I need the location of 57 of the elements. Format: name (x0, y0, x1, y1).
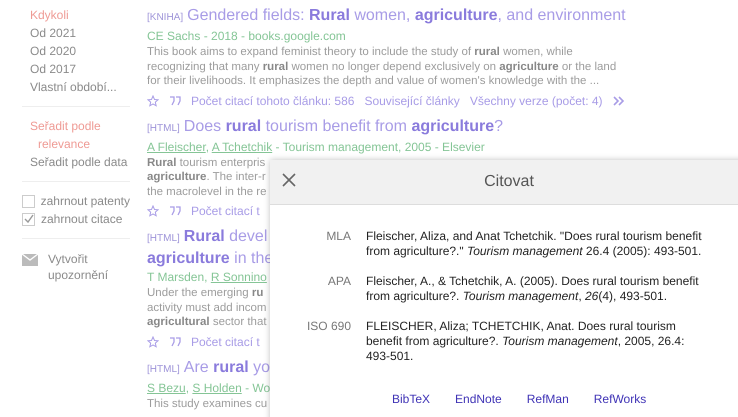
citation-text: FLEISCHER, Aliza; TCHETCHIK, Anat. Does rural tourism benefit from agriculture?. Tourism management, 2005, 26.4: 493-501. (366, 319, 686, 364)
quote-icon[interactable] (169, 96, 181, 106)
byline-text: T Marsden, R Sonnino (147, 269, 267, 286)
envelope-icon (22, 254, 38, 266)
quote-icon[interactable] (169, 206, 181, 216)
result-action-link[interactable]: Související články (364, 92, 460, 108)
star-icon[interactable] (147, 336, 159, 348)
sort-option-link[interactable]: Seřadit podle relevance (30, 117, 128, 153)
checkbox-label: zahrnout patenty (40, 193, 130, 210)
author-link[interactable]: S Bezu (147, 380, 186, 394)
snippet-text: agriculture. The inter-r (147, 170, 266, 184)
star-icon[interactable] (147, 205, 159, 217)
time-filter-link[interactable]: Vlastní období... (30, 78, 117, 96)
byline-text: A Fleischer, A Tchetchik - Tourism management, 2005 - Elsevier (147, 138, 485, 156)
snippet-text: the macrolevel in the re (147, 184, 267, 199)
star-icon[interactable] (147, 94, 159, 106)
dialog-title: Citovat (484, 173, 534, 191)
time-filter-link[interactable]: Kdykoli (30, 6, 69, 24)
checkbox[interactable] (22, 194, 35, 208)
create-alert-link[interactable]: Vytvořit upozornění (48, 251, 130, 283)
snippet-text: Rural tourism enterpris (147, 156, 266, 170)
citation-text: Fleischer, A., & Tchetchik, A. (2005). Does rural tourism benefit from agriculture?. Tourism management, 26(4), 493-501. (366, 274, 700, 304)
result-action-link[interactable]: Počet citací tohoto článku: 586 (191, 92, 354, 108)
snippet-text: recognizing that many rural women no longer depend exclusively on agriculture or the land (147, 60, 616, 74)
author-link[interactable]: A Tchetchik (212, 140, 272, 154)
time-filter-link[interactable]: Od 2021 (30, 24, 76, 42)
result-action-link[interactable]: Počet citací t (191, 203, 260, 219)
snippet-text: Under the emerging ru (147, 286, 264, 300)
byline-text: S Bezu, S Holden - Wo (147, 380, 270, 396)
snippet-text: agricultural sector that (147, 315, 267, 330)
author-link[interactable]: R Sonnino (210, 270, 267, 284)
time-filter-link[interactable]: Od 2020 (30, 42, 76, 60)
double-chevron-icon[interactable] (612, 96, 625, 106)
export-link[interactable]: RefMan (526, 392, 569, 406)
export-link[interactable]: EndNote (455, 392, 502, 406)
snippet-text: This study examines cu (147, 396, 268, 411)
result-action-link[interactable]: Počet citací t (191, 334, 260, 350)
author-link[interactable]: S Holden (192, 380, 242, 394)
citation-text: Fleischer, Aliza, and Anat Tchetchik. "Does rural tourism benefit from agriculture?." Tourism management 26.4 (2005): 493-501. (366, 229, 703, 259)
checkbox[interactable] (22, 212, 35, 226)
citation-style-label: ISO 690 (306, 319, 351, 335)
result-title-link[interactable]: [HTML] Does rural tourism benefit from agriculture? (147, 116, 626, 138)
snippet-text: This book aims to expand feminist theory to include the study of rural women, while (147, 45, 573, 60)
snippet-text: activity must add incom (147, 300, 267, 315)
export-link[interactable]: BibTeX (392, 392, 430, 406)
time-filter-link[interactable]: Od 2017 (30, 60, 76, 78)
export-link[interactable]: RefWorks (594, 392, 646, 406)
checkbox-label: zahrnout citace (41, 211, 122, 228)
result-title-link[interactable]: [KNIHA] Gendered fields: Rural women, agriculture, and environment (147, 6, 626, 28)
byline-text: CE Sachs - 2018 - books.google.com (147, 28, 346, 45)
snippet-text: for their livelihoods. It emphasizes the depth and value of women's knowledge with the ... (147, 74, 600, 88)
quote-icon[interactable] (169, 336, 181, 346)
sort-option-link[interactable]: Seřadit podle data (30, 153, 128, 171)
citation-style-label: APA (326, 274, 351, 290)
citation-style-label: MLA (325, 229, 351, 245)
author-link[interactable]: A Fleischer (147, 140, 206, 154)
result-action-link[interactable]: Všechny verze (počet: 4) (470, 92, 603, 108)
